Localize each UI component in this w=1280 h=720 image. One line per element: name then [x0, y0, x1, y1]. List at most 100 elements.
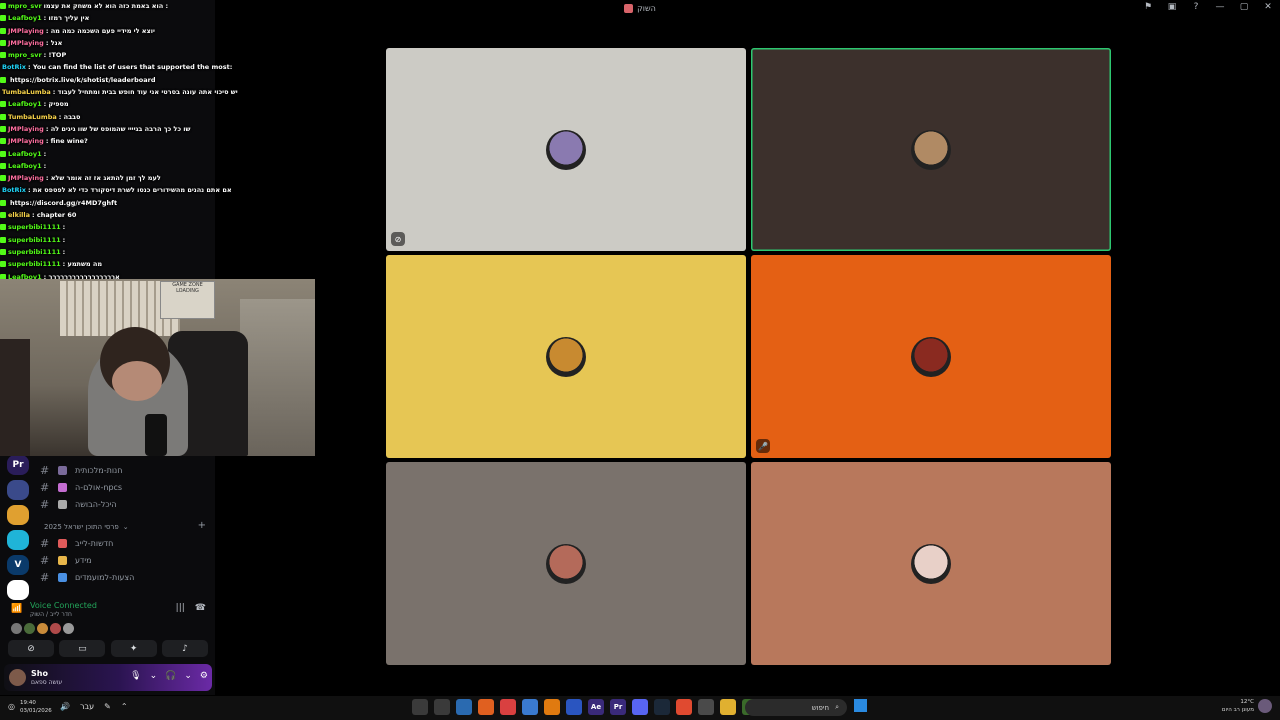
avatar[interactable] — [546, 543, 586, 584]
minimize-button[interactable]: — — [1214, 2, 1226, 12]
chat-message: mpro_svr: !TOP — [0, 49, 230, 61]
chat-message: JMPlaying: לעמ לך זמן להתאג אז זה אומר ש… — [0, 172, 230, 184]
taskbar-app-icon[interactable] — [654, 699, 670, 715]
weather-widget[interactable]: 12°C מעונן רב היום — [1222, 698, 1272, 714]
taskbar-app-icon[interactable] — [412, 699, 428, 715]
server-icon[interactable]: Pr — [7, 455, 29, 475]
avatar[interactable] — [546, 129, 586, 170]
noise-suppression-icon[interactable]: ||| — [176, 603, 185, 613]
channel-item[interactable]: # הצעות-למועמדים — [40, 569, 210, 586]
voice-participant-avatar[interactable] — [11, 623, 22, 634]
taskbar-app-icon[interactable] — [632, 699, 648, 715]
taskbar-app-icon[interactable] — [522, 699, 538, 715]
avatar[interactable] — [546, 336, 586, 377]
headphones-icon[interactable]: 🎧 — [165, 671, 176, 681]
server-icon[interactable] — [7, 530, 29, 550]
chat-username: JMPlaying — [8, 26, 44, 35]
avatar[interactable] — [9, 669, 26, 686]
avatar[interactable] — [911, 336, 951, 377]
chat-text: : שו כל כך הרבה בגיייי שהמופס של שוו גיג… — [45, 124, 191, 133]
screen-share-off-icon: ⊘ — [391, 232, 405, 246]
clock[interactable]: 19:40 03/01/2026 — [20, 699, 52, 715]
channel-item[interactable]: # חנות-מלכותית — [40, 462, 210, 479]
chat-message: mpro_svr הוא באמת כזה הוא לא משחק את עצמו… — [0, 0, 230, 12]
help-icon[interactable]: ? — [1190, 2, 1202, 12]
channel-item[interactable]: # מידע — [40, 552, 210, 569]
voice-participant-avatar[interactable] — [37, 623, 48, 634]
taskbar-app-icon[interactable] — [566, 699, 582, 715]
network-icon[interactable]: ◎ — [8, 702, 15, 711]
category-header[interactable]: פרסי התוכן ישראל 2025 ⌄ + — [40, 513, 210, 535]
chat-username: Leafboy1 — [8, 161, 42, 170]
chat-text: : !TOP — [43, 51, 67, 60]
chevron-up-icon[interactable]: ⌃ — [121, 702, 128, 711]
taskbar-app-icon[interactable] — [676, 699, 692, 715]
taskbar-app-icon[interactable] — [544, 699, 560, 715]
voice-participants — [11, 623, 74, 634]
chat-message: superbibi1111: — [0, 246, 230, 258]
voice-participant-avatar[interactable] — [24, 623, 35, 634]
camera-button[interactable]: ⊘ — [8, 640, 54, 657]
chevron-down-icon[interactable]: ⌄ — [184, 671, 192, 681]
user-name[interactable]: Sho — [31, 669, 48, 678]
voice-participant-avatar[interactable] — [63, 623, 74, 634]
screen-share-button[interactable]: ▭ — [59, 640, 106, 657]
taskbar-app-icon[interactable] — [434, 699, 450, 715]
avatar[interactable] — [911, 129, 951, 170]
voice-status[interactable]: Voice Connected — [30, 601, 97, 610]
activities-button[interactable]: ✦ — [110, 640, 157, 657]
flag-icon[interactable]: ⚑ — [1142, 2, 1154, 12]
pen-icon[interactable]: ✎ — [104, 702, 111, 711]
chat-message: superbibi1111: — [0, 234, 230, 246]
weather-icon — [1258, 699, 1272, 713]
chat-message: JMPlaying: יוצא לי מידיי פעם השכמה כמה מ… — [0, 25, 230, 37]
participant-tile[interactable] — [751, 48, 1111, 251]
participant-tile[interactable]: ⊘ — [386, 48, 746, 251]
taskbar-search[interactable]: חיפוש ⌕ — [745, 699, 847, 716]
soundboard-button[interactable]: ♪ — [161, 640, 208, 657]
taskbar-app-icon[interactable] — [698, 699, 714, 715]
chevron-down-icon[interactable]: ⌄ — [150, 671, 158, 681]
volume-icon[interactable]: 🔊 — [60, 702, 70, 711]
voice-channel-name[interactable]: חדר לייב / השוק — [30, 611, 72, 618]
chat-message: Leafboy1: — [0, 160, 230, 172]
participant-tile[interactable]: 🎤 — [751, 255, 1111, 458]
taskbar-app-icon[interactable] — [478, 699, 494, 715]
user-status: עושה ספאם — [31, 679, 63, 686]
windows-start-icon[interactable] — [854, 699, 867, 712]
voice-participant-avatar[interactable] — [50, 623, 61, 634]
channel-list: # חנות-מלכותית # אולם-ה-npcs # היכל-הבושה פרס… — [40, 462, 210, 586]
screen-icon[interactable]: ▣ — [1166, 2, 1178, 12]
chat-text: : מה משתמע — [62, 260, 103, 269]
hash-icon: # — [40, 481, 50, 494]
participant-tile[interactable] — [386, 462, 746, 665]
disconnect-icon[interactable]: ☎ — [195, 603, 206, 613]
taskbar-app-icon[interactable] — [500, 699, 516, 715]
chat-username: Leafboy1 — [8, 100, 42, 109]
maximize-button[interactable]: ▢ — [1238, 2, 1250, 12]
gear-icon[interactable]: ⚙ — [200, 671, 208, 681]
channel-item[interactable]: # היכל-הבושה — [40, 496, 210, 513]
signal-icon[interactable]: 📶 — [11, 604, 22, 614]
chat-text: הוא באמת כזה הוא לא משחק את עצמו : — [43, 2, 169, 10]
server-icon[interactable] — [7, 480, 29, 500]
participant-tile[interactable] — [751, 462, 1111, 665]
avatar[interactable] — [911, 543, 951, 584]
taskbar-app-icon[interactable]: Pr — [610, 699, 626, 715]
server-icon[interactable]: V — [7, 555, 29, 575]
chat-text: : — [62, 223, 66, 232]
add-channel-icon[interactable]: + — [198, 520, 206, 531]
channel-label: מידע — [75, 556, 92, 565]
taskbar-app-icon[interactable]: Ae — [588, 699, 604, 715]
server-icon[interactable] — [7, 505, 29, 525]
close-button[interactable]: ✕ — [1262, 2, 1274, 12]
channel-item[interactable]: # אולם-ה-npcs — [40, 479, 210, 496]
weather-temp: 12°C — [1240, 699, 1254, 705]
microphone-icon[interactable]: 🎙 — [130, 671, 141, 681]
taskbar-app-icon[interactable] — [456, 699, 472, 715]
language-indicator[interactable]: עבר — [80, 702, 94, 711]
taskbar-app-icon[interactable] — [720, 699, 736, 715]
participant-tile[interactable] — [386, 255, 746, 458]
channel-item[interactable]: # חדשות-לייב — [40, 535, 210, 552]
chat-message: Leafboy1: מספיק — [0, 98, 230, 110]
